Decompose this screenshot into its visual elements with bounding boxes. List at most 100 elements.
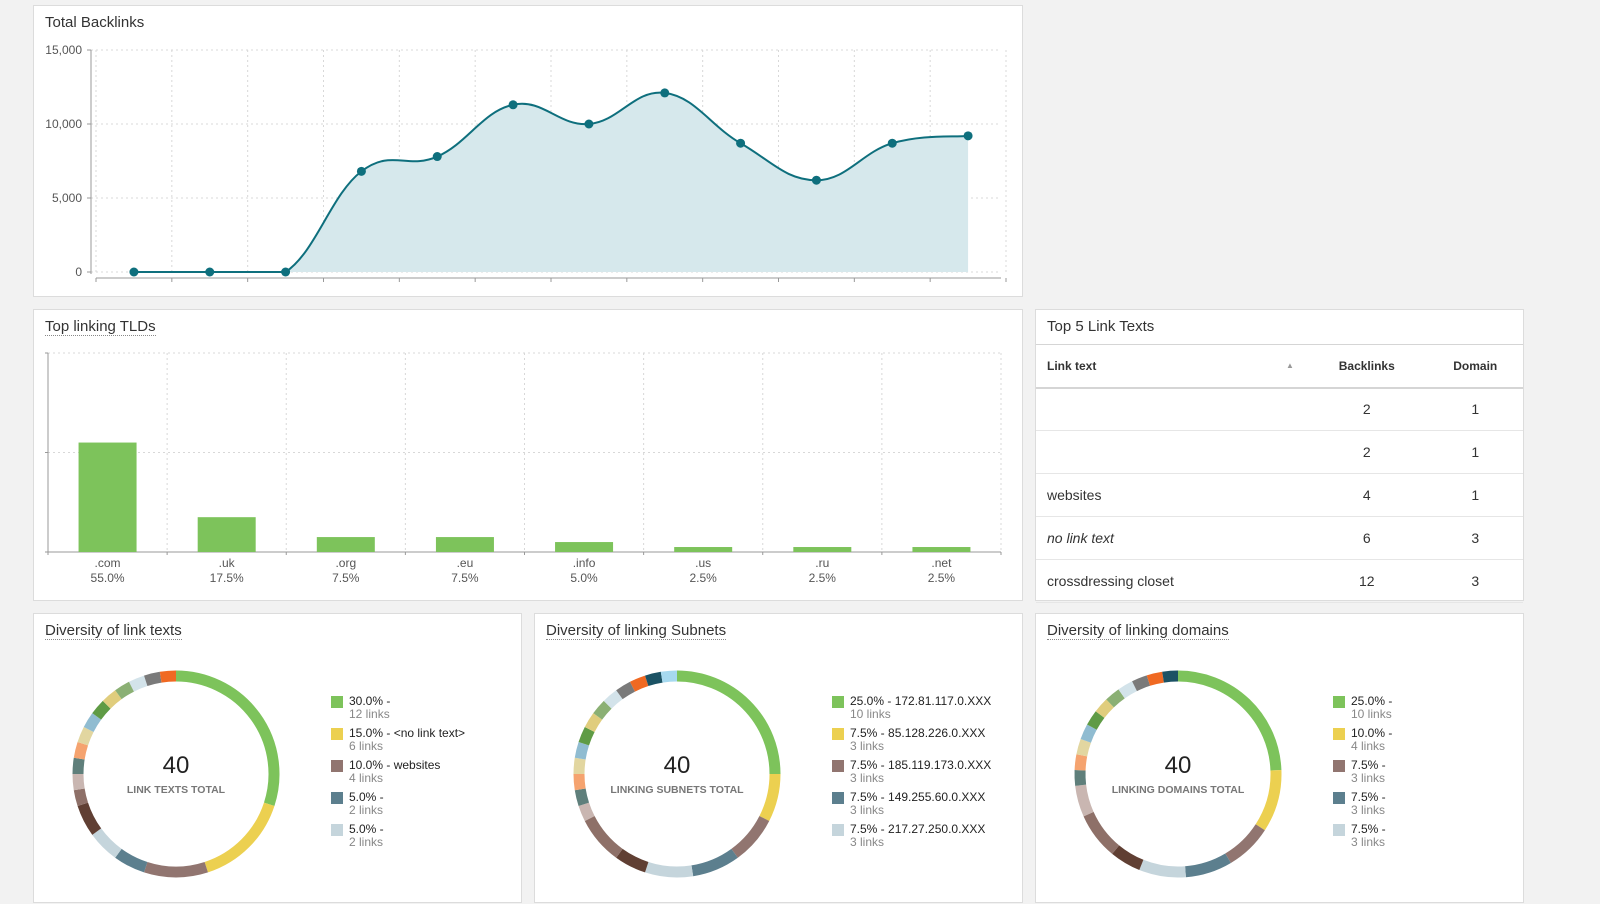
- data-point[interactable]: [887, 138, 897, 148]
- legend-item[interactable]: 7.5% - 3 links: [1333, 822, 1392, 854]
- legend-item[interactable]: 5.0% - 2 links: [331, 822, 465, 854]
- donut-slice[interactable]: [630, 675, 649, 692]
- cell-spacer: [1286, 430, 1306, 474]
- table-row[interactable]: crossdressing closet 12 3: [1036, 559, 1523, 603]
- data-point[interactable]: [811, 175, 821, 185]
- column-header-domain[interactable]: Domain: [1427, 344, 1523, 389]
- data-point[interactable]: [660, 88, 670, 98]
- table-row[interactable]: 21: [1036, 430, 1523, 474]
- column-header-backlinks[interactable]: Backlinks: [1306, 344, 1428, 389]
- legend-item[interactable]: 5.0% - 2 links: [331, 790, 465, 822]
- donut-slice[interactable]: [584, 815, 623, 858]
- bar-ru[interactable]: [793, 547, 852, 552]
- donut-slice[interactable]: [1225, 824, 1265, 863]
- legend-item[interactable]: 7.5% - 217.27.250.0.XXX 3 links: [832, 822, 991, 854]
- donut-slice[interactable]: [1106, 689, 1125, 708]
- data-point[interactable]: [205, 267, 215, 277]
- data-point[interactable]: [736, 138, 746, 148]
- legend-item[interactable]: 25.0% - 10 links: [1333, 694, 1392, 726]
- donut-slice[interactable]: [115, 848, 148, 873]
- donut-slice[interactable]: [593, 700, 612, 720]
- donut-slice[interactable]: [578, 802, 595, 821]
- donut-slice[interactable]: [584, 713, 603, 733]
- diversity-domains-title[interactable]: Diversity of linking domains: [1047, 622, 1229, 640]
- cell-link-text: [1036, 387, 1286, 431]
- data-point[interactable]: [584, 119, 594, 129]
- donut-slice[interactable]: [1184, 853, 1231, 878]
- donut-slice[interactable]: [578, 727, 595, 746]
- donut-slice[interactable]: [1087, 711, 1105, 730]
- donut-slice[interactable]: [645, 861, 694, 878]
- donut-slice[interactable]: [1132, 675, 1151, 692]
- donut-slice[interactable]: [603, 690, 623, 709]
- data-point[interactable]: [129, 267, 139, 277]
- legend-item[interactable]: 25.0% - 172.81.117.0.XXX 10 links: [832, 694, 991, 726]
- donut-slice[interactable]: [1118, 681, 1138, 699]
- donut-slice[interactable]: [1146, 671, 1164, 686]
- donut-slice[interactable]: [645, 671, 663, 687]
- data-point[interactable]: [356, 166, 366, 176]
- cell-backlinks: 2: [1306, 430, 1428, 474]
- donut-slice[interactable]: [1139, 859, 1186, 878]
- bar-eu[interactable]: [435, 537, 494, 552]
- bar-org[interactable]: [316, 537, 375, 552]
- cell-backlinks: 2: [1306, 387, 1428, 431]
- data-point[interactable]: [963, 131, 973, 141]
- donut-slice[interactable]: [1083, 811, 1120, 854]
- donut-slice[interactable]: [204, 802, 275, 873]
- legend-item[interactable]: 10.0% - websites 4 links: [331, 758, 465, 790]
- donut-slice[interactable]: [1162, 670, 1179, 683]
- donut-slice[interactable]: [159, 670, 177, 683]
- donut-slice[interactable]: [129, 675, 148, 692]
- table-row[interactable]: websites 4 1: [1036, 473, 1523, 517]
- legend-item[interactable]: 7.5% - 3 links: [1333, 758, 1392, 790]
- cell-backlinks: 6: [1306, 516, 1428, 560]
- donut-slice[interactable]: [691, 848, 738, 877]
- legend-swatch: [331, 760, 343, 772]
- bar-info[interactable]: [555, 542, 614, 552]
- diversity-link-texts-title[interactable]: Diversity of link texts: [45, 622, 182, 640]
- donut-slice[interactable]: [616, 681, 636, 700]
- legend-label: 25.0% -: [1351, 694, 1393, 708]
- donut-slice[interactable]: [77, 802, 102, 835]
- donut-slice[interactable]: [731, 815, 770, 858]
- y-tick-label: 15,000: [45, 43, 82, 57]
- table-row[interactable]: 21: [1036, 387, 1523, 431]
- donut-slice[interactable]: [759, 773, 781, 821]
- legend-item[interactable]: 10.0% - 4 links: [1333, 726, 1392, 758]
- donut-slice[interactable]: [144, 861, 208, 878]
- donut-slice[interactable]: [77, 727, 94, 746]
- legend-label: 30.0% -: [349, 694, 391, 708]
- legend-item[interactable]: 7.5% - 185.119.173.0.XXX 3 links: [832, 758, 991, 790]
- data-point[interactable]: [432, 152, 442, 162]
- donut-slice[interactable]: [92, 700, 111, 720]
- sort-ascending-icon[interactable]: ▲: [1286, 344, 1306, 389]
- legend-label: 7.5% - 185.119.173.0.XXX: [850, 758, 992, 772]
- donut-slice[interactable]: [144, 671, 162, 687]
- bar-com[interactable]: [78, 442, 137, 552]
- donut-slice[interactable]: [83, 713, 102, 733]
- legend-item[interactable]: 7.5% - 149.255.60.0.XXX 3 links: [832, 790, 991, 822]
- bar-uk[interactable]: [197, 517, 256, 552]
- table-row[interactable]: no link text 6 3: [1036, 516, 1523, 560]
- data-point[interactable]: [281, 267, 291, 277]
- legend-item[interactable]: 7.5% - 85.128.226.0.XXX 3 links: [832, 726, 991, 758]
- donut-slice[interactable]: [115, 681, 135, 700]
- legend-item[interactable]: 30.0% - 12 links: [331, 694, 465, 726]
- donut-slice[interactable]: [92, 828, 122, 858]
- donut-slice[interactable]: [1095, 699, 1114, 718]
- legend-count: 10 links: [1351, 707, 1392, 721]
- diversity-subnets-title[interactable]: Diversity of linking Subnets: [546, 622, 727, 640]
- donut-slice[interactable]: [616, 848, 649, 873]
- donut-slice[interactable]: [1080, 724, 1097, 743]
- donut-slice[interactable]: [1112, 845, 1144, 870]
- bar-us[interactable]: [674, 547, 733, 552]
- donut-slice[interactable]: [660, 670, 678, 683]
- legend-item[interactable]: 15.0% - <no link text> 6 links: [331, 726, 465, 758]
- column-header-link-text[interactable]: Link text: [1036, 344, 1286, 389]
- donut-slice[interactable]: [102, 690, 122, 709]
- legend-label: 25.0% - 172.81.117.0.XXX: [850, 694, 992, 708]
- legend-item[interactable]: 7.5% - 3 links: [1333, 790, 1392, 822]
- bar-net[interactable]: [912, 547, 971, 552]
- data-point[interactable]: [508, 100, 518, 110]
